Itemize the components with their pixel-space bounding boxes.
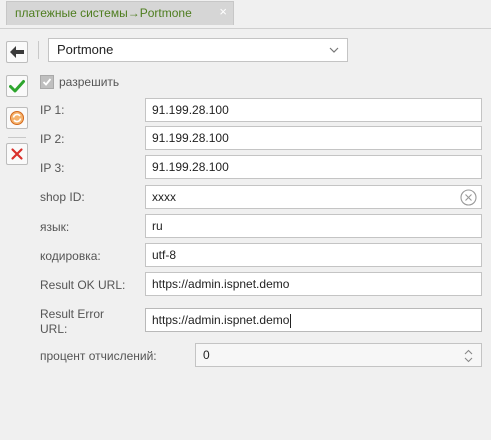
back-button[interactable] (6, 41, 28, 63)
ip2-field[interactable]: 91.199.28.100 (145, 126, 482, 150)
language-value: ru (152, 219, 163, 233)
ip1-value: 91.199.28.100 (152, 103, 229, 117)
result-error-url-label-line1: Result Error (40, 307, 105, 321)
result-ok-url-label: Result OK URL: (40, 278, 126, 292)
result-error-url-value: https://admin.ispnet.demo (152, 313, 290, 327)
allow-checkbox[interactable] (40, 75, 54, 89)
ip3-label: IP 3: (40, 161, 65, 175)
edit-form-panel: Portmone разрешить IP 1: 91.199.28.100 I… (0, 28, 491, 440)
allow-label: разрешить (59, 75, 120, 89)
ip1-label: IP 1: (40, 103, 65, 117)
toolbar-divider (38, 41, 39, 59)
payment-system-select[interactable]: Portmone (48, 38, 348, 62)
shop-id-field[interactable]: xxxx (145, 185, 482, 209)
result-error-url-label-line2: URL: (40, 322, 68, 336)
result-ok-url-field[interactable]: https://admin.ispnet.demo (145, 272, 482, 296)
encoding-label: кодировка: (40, 249, 101, 263)
ip3-value: 91.199.28.100 (152, 160, 229, 174)
refresh-icon (10, 111, 24, 125)
shop-id-value: xxxx (152, 190, 176, 204)
payment-system-value: Portmone (57, 42, 114, 57)
percent-spinner[interactable]: 0 (195, 343, 482, 367)
toolbar-separator (8, 137, 26, 138)
arrow-left-icon (10, 46, 24, 58)
ip1-field[interactable]: 91.199.28.100 (145, 98, 482, 122)
result-error-url-field[interactable]: https://admin.ispnet.demo (145, 308, 482, 332)
apply-button[interactable] (6, 107, 28, 129)
tab-bar: платежные системы→Portmone × (0, 0, 491, 28)
clear-circle-icon[interactable] (460, 189, 477, 208)
tab-portmone[interactable]: платежные системы→Portmone × (6, 1, 234, 25)
text-cursor (290, 313, 292, 328)
check-icon (42, 78, 52, 86)
shop-id-label: shop ID: (40, 190, 85, 204)
result-ok-url-value: https://admin.ispnet.demo (152, 277, 290, 291)
percent-label: процент отчислений: (40, 349, 157, 363)
spinner-arrows-icon[interactable] (464, 348, 473, 370)
allow-checkbox-row[interactable]: разрешить (40, 74, 119, 90)
language-label: язык: (40, 220, 70, 234)
checkmark-icon (9, 80, 25, 93)
cancel-button[interactable] (6, 143, 28, 165)
tab-title: платежные системы→Portmone (15, 6, 192, 20)
encoding-field[interactable]: utf-8 (145, 243, 482, 267)
tab-close-icon[interactable]: × (219, 2, 227, 22)
language-field[interactable]: ru (145, 214, 482, 238)
encoding-value: utf-8 (152, 248, 177, 262)
ip2-label: IP 2: (40, 132, 65, 146)
save-button[interactable] (6, 75, 28, 97)
chevron-down-icon (329, 39, 339, 68)
percent-value: 0 (203, 348, 210, 362)
cross-icon (11, 148, 23, 160)
ip2-value: 91.199.28.100 (152, 131, 229, 145)
ip3-field[interactable]: 91.199.28.100 (145, 155, 482, 179)
